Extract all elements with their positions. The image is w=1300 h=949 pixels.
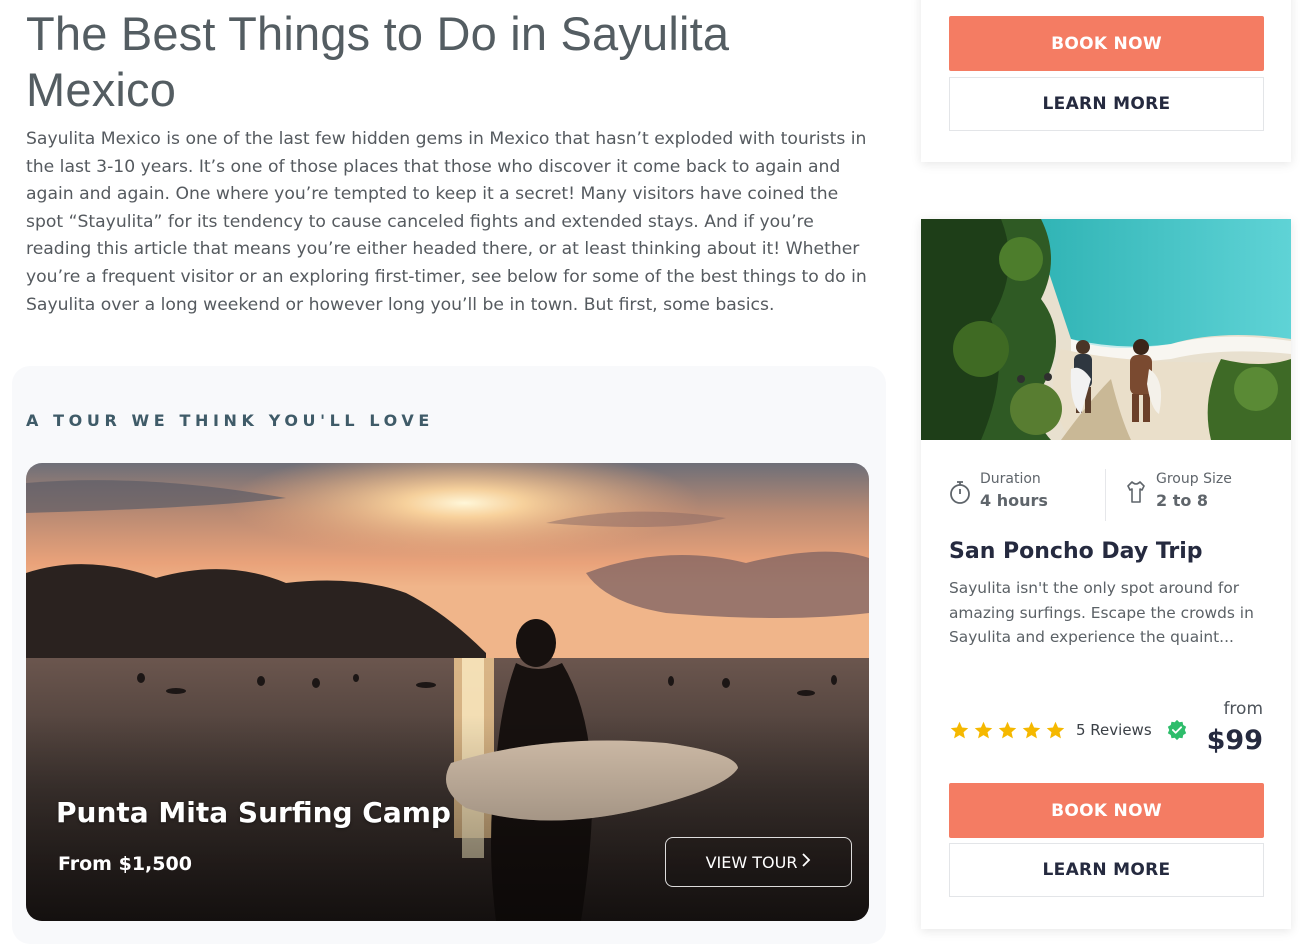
star-rating: [949, 720, 1066, 741]
reviews-link[interactable]: 5 Reviews: [1076, 721, 1152, 739]
featured-tour-card[interactable]: Punta Mita Surfing Camp From $1,500 VIEW…: [26, 463, 869, 921]
view-tour-label: VIEW TOUR: [705, 852, 798, 872]
book-now-button[interactable]: BOOK NOW: [949, 16, 1264, 71]
tour-meta: Duration 4 hours Group Size 2 to 8: [949, 469, 1264, 523]
featured-tour-price: From $1,500: [58, 853, 192, 875]
featured-tour-title[interactable]: Punta Mita Surfing Camp: [56, 796, 451, 829]
learn-more-button[interactable]: LEARN MORE: [949, 77, 1264, 131]
group-size-value: 2 to 8: [1156, 491, 1209, 510]
article-intro: Sayulita Mexico is one of the last few h…: [26, 129, 867, 315]
book-now-button[interactable]: BOOK NOW: [949, 783, 1264, 838]
stopwatch-icon: [950, 481, 970, 504]
view-tour-button[interactable]: VIEW TOUR: [665, 837, 852, 887]
star-icon: [950, 721, 969, 739]
shirt-icon: [1127, 481, 1145, 503]
booking-card-top: BOOK NOW LEARN MORE: [921, 0, 1291, 162]
tour-card-description: Sayulita isn't the only spot around for …: [949, 579, 1254, 646]
tour-card-image[interactable]: [921, 219, 1291, 440]
star-icon: [1046, 721, 1065, 739]
verified-badge-icon: [1167, 719, 1187, 741]
price-prefix: from: [1223, 699, 1263, 719]
tour-card-title[interactable]: San Poncho Day Trip: [949, 539, 1203, 564]
learn-more-button[interactable]: LEARN MORE: [949, 843, 1264, 897]
beach-surfers-photo: [921, 219, 1291, 440]
chevron-right-icon: [801, 852, 811, 872]
duration-value: 4 hours: [980, 491, 1048, 510]
star-icon: [1022, 721, 1041, 739]
tour-card: Duration 4 hours Group Size 2 to 8 San P…: [921, 219, 1291, 929]
tour-price: $99: [1206, 725, 1263, 756]
star-icon: [998, 721, 1017, 739]
meta-divider: [1105, 469, 1106, 521]
article-title: The Best Things to Do in Sayulita Mexico: [26, 7, 730, 116]
star-icon: [974, 721, 993, 739]
duration-label: Duration: [980, 471, 1041, 487]
featured-tour-heading: A TOUR WE THINK YOU'LL LOVE: [26, 411, 434, 430]
group-size-label: Group Size: [1156, 471, 1232, 487]
